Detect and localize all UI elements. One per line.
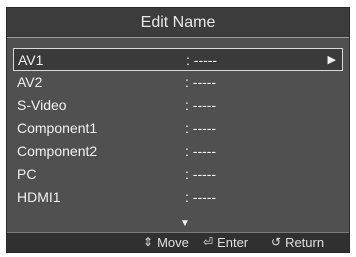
return-label: Return <box>285 235 325 250</box>
list-item-component1[interactable]: Component1 : ----- <box>13 117 343 140</box>
enter-label: Enter <box>217 235 249 250</box>
play-right-icon: ▶ <box>327 54 336 66</box>
move-hint: ⇕ Move <box>143 233 189 252</box>
up-down-arrows-icon: ⇕ <box>143 235 154 249</box>
return-hint: ↺ Return <box>271 233 324 252</box>
list-item-label: PC <box>17 166 37 182</box>
list-item-component2[interactable]: Component2 : ----- <box>13 140 343 163</box>
return-icon: ↺ <box>271 235 282 249</box>
list-item-av1[interactable]: AV1 : ----- ▶ <box>13 48 343 71</box>
list-item-hdmi1[interactable]: HDMI1 : ----- <box>13 186 343 209</box>
edit-name-dialog: Edit Name AV1 : ----- ▶ AV2 : ----- S-Vi… <box>6 7 350 253</box>
list-item-pc[interactable]: PC : ----- <box>13 163 343 186</box>
list-item-value: : ----- <box>185 120 217 136</box>
list-item-value: : ----- <box>185 97 217 113</box>
input-name-list: AV1 : ----- ▶ AV2 : ----- S-Video : ----… <box>13 48 343 209</box>
list-item-av2[interactable]: AV2 : ----- <box>13 71 343 94</box>
list-item-value: : ----- <box>185 166 217 182</box>
move-label: Move <box>157 235 189 250</box>
list-item-label: Component2 <box>17 143 98 159</box>
list-item-label: Component1 <box>17 120 98 136</box>
list-item-label: AV2 <box>17 74 43 90</box>
list-item-label: HDMI1 <box>17 189 61 205</box>
chevron-down-icon[interactable]: ▼ <box>179 218 191 230</box>
dialog-title: Edit Name <box>7 8 349 38</box>
list-item-label: S-Video <box>17 97 67 113</box>
list-item-value: : ----- <box>185 74 217 90</box>
enter-icon: ⏎ <box>203 235 214 249</box>
list-item-label: AV1 <box>18 52 44 68</box>
list-item-value: : ----- <box>185 143 217 159</box>
list-item-value: : ----- <box>186 52 218 68</box>
key-guide-bar: ⇕ Move ⏎ Enter ↺ Return <box>7 232 349 252</box>
list-item-s-video[interactable]: S-Video : ----- <box>13 94 343 117</box>
list-item-value: : ----- <box>185 189 217 205</box>
enter-hint: ⏎ Enter <box>203 233 248 252</box>
